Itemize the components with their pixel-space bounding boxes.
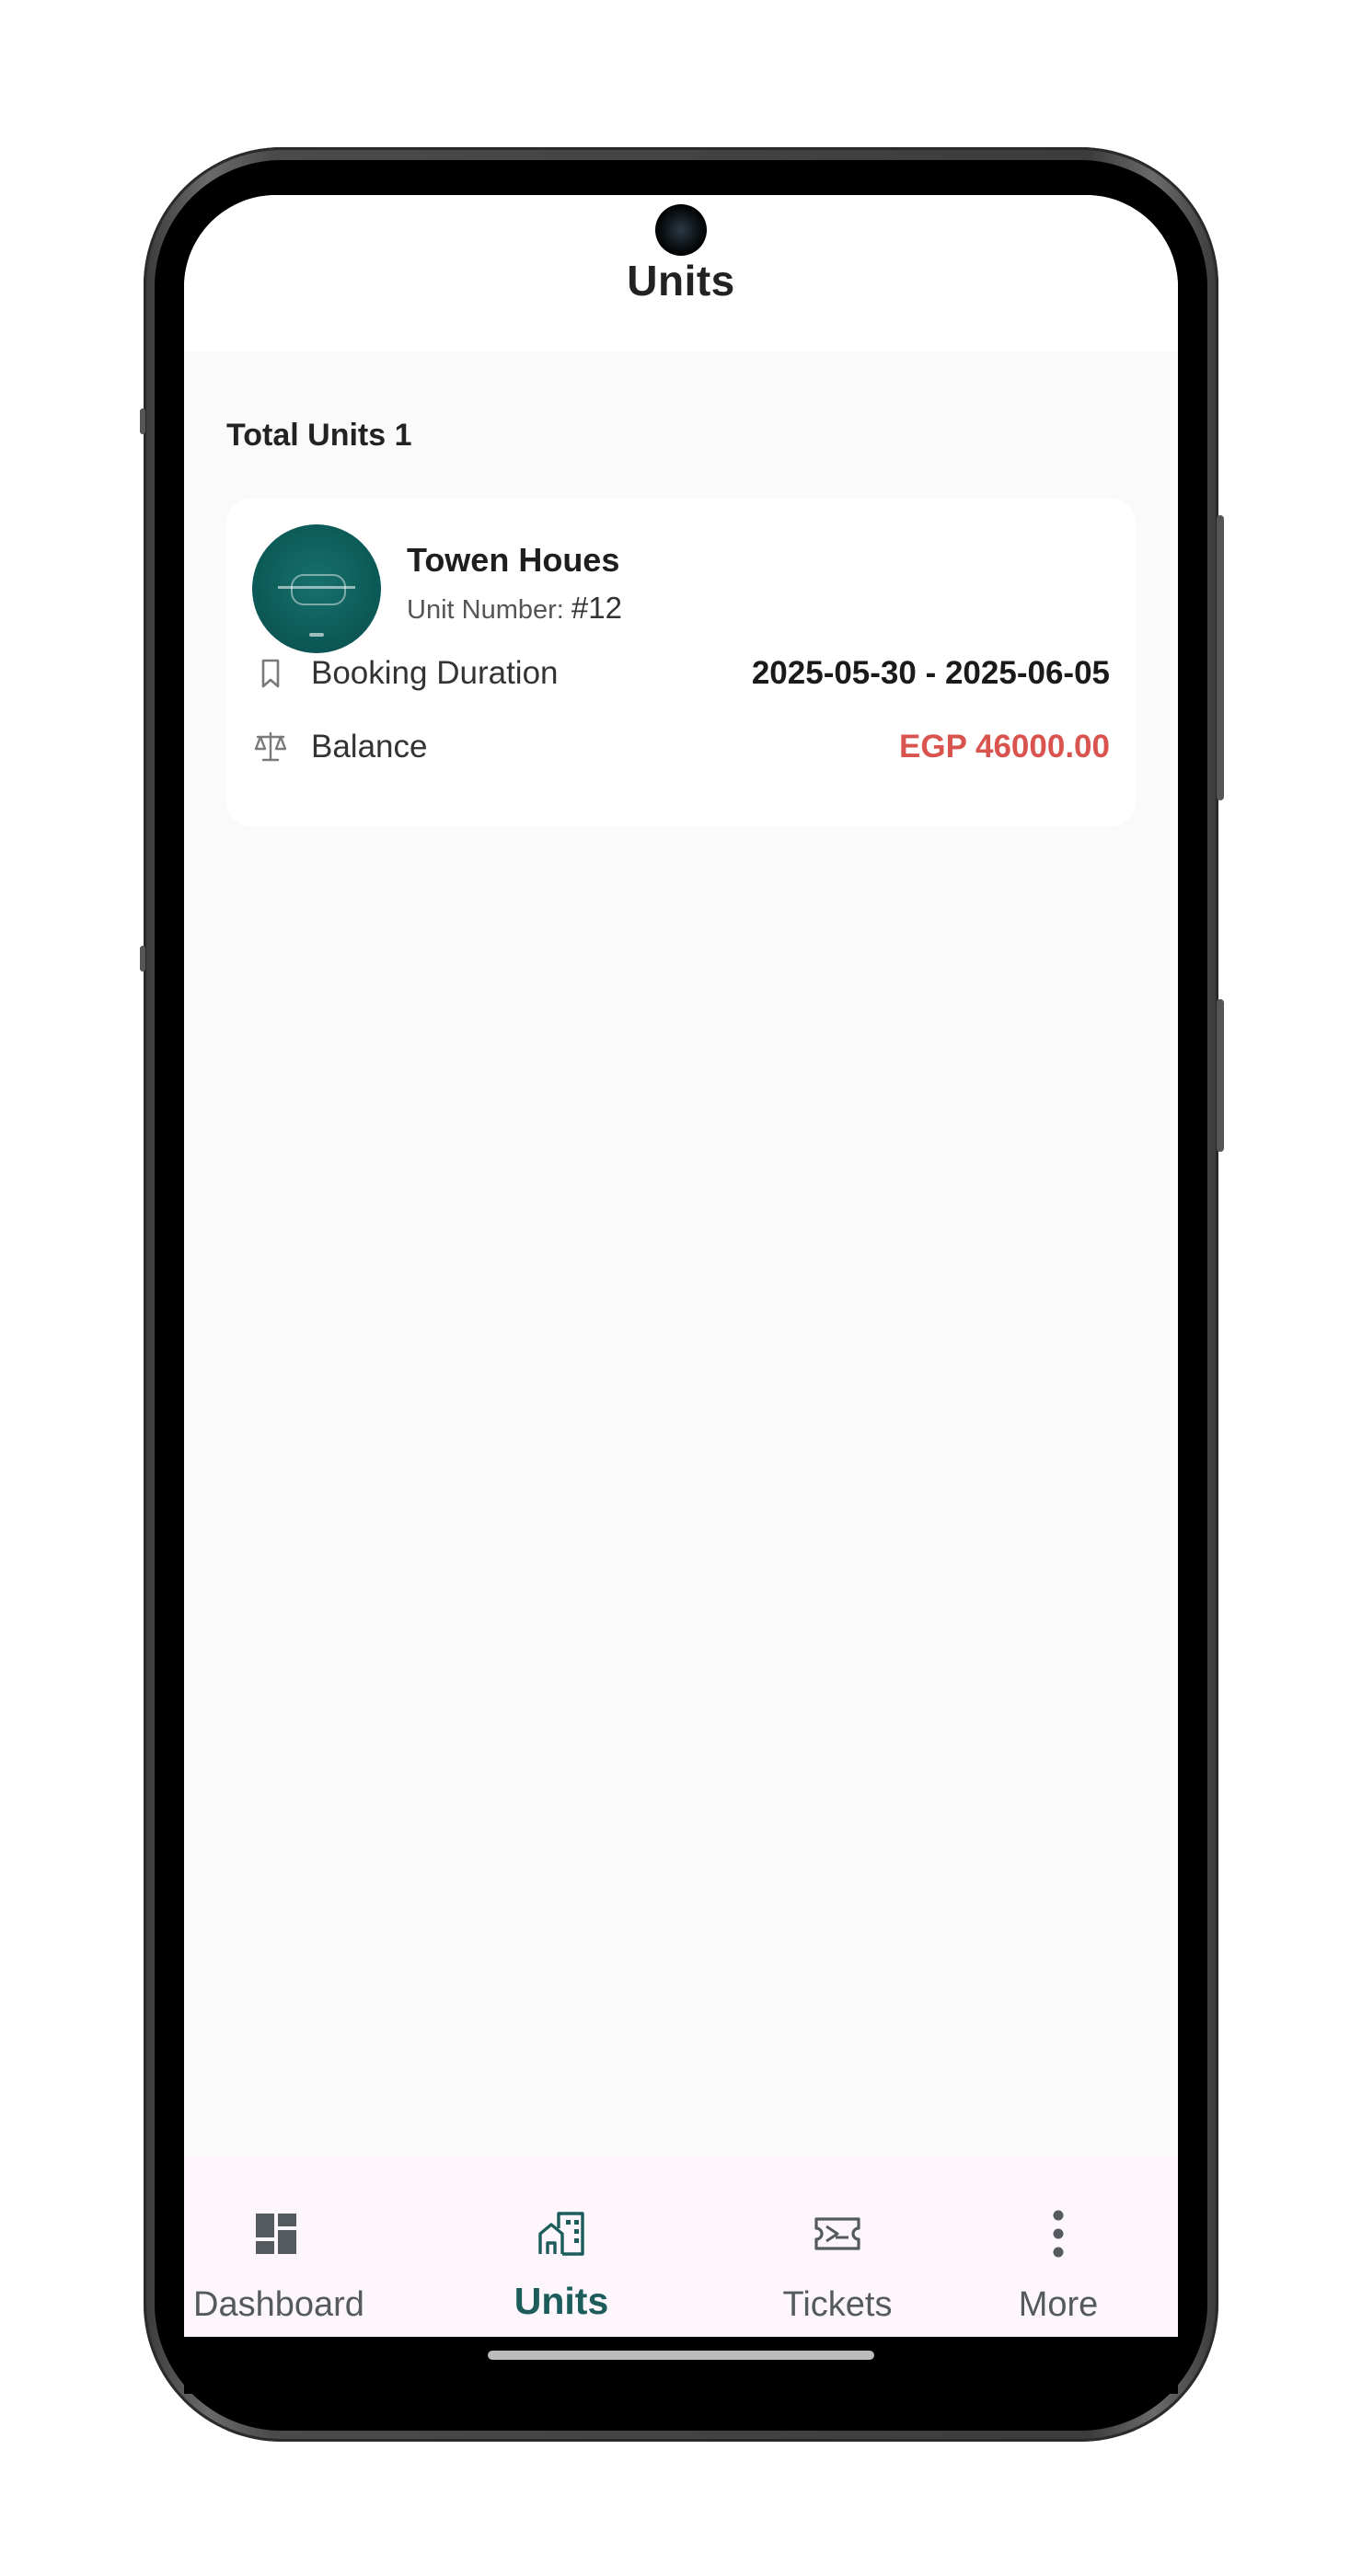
volume-button <box>1217 515 1224 800</box>
nav-item-tickets[interactable]: Tickets <box>755 2156 920 2337</box>
nav-item-units[interactable]: Units <box>479 2156 644 2337</box>
unit-name: Towen Houes <box>407 541 620 579</box>
bottom-bezel <box>184 2337 1178 2394</box>
avatar-logo-caption <box>309 633 324 637</box>
nav-label-tickets: Tickets <box>782 2285 893 2324</box>
home-indicator[interactable] <box>488 2351 874 2360</box>
balance-label: Balance <box>311 729 428 765</box>
booking-duration-row: Booking Duration 2025-05-30 - 2025-06-05 <box>252 648 1110 699</box>
balance-value: EGP 46000.00 <box>899 729 1110 765</box>
scale-icon <box>254 731 287 762</box>
side-notch-bottom <box>140 946 145 972</box>
bottom-navigation: Dashboard Units Tickets More <box>184 2156 1178 2337</box>
ticket-icon <box>814 2217 860 2250</box>
more-vertical-icon <box>1053 2210 1064 2258</box>
unit-number-value: #12 <box>571 591 622 625</box>
power-button <box>1217 999 1224 1152</box>
total-units-label: Total Units 1 <box>226 418 412 453</box>
unit-card[interactable]: Towen Houes Unit Number: #12 Booking Dur… <box>226 499 1136 826</box>
booking-duration-label: Booking Duration <box>311 655 559 691</box>
nav-item-more[interactable]: More <box>975 2156 1141 2337</box>
nav-item-dashboard[interactable]: Dashboard <box>193 2156 364 2337</box>
nav-label-units: Units <box>514 2280 609 2322</box>
avatar-logo-text-line <box>278 586 355 589</box>
unit-avatar <box>252 524 381 653</box>
building-icon <box>538 2212 584 2256</box>
booking-duration-value: 2025-05-30 - 2025-06-05 <box>751 655 1110 691</box>
front-camera <box>655 204 707 256</box>
unit-number: Unit Number: #12 <box>407 591 622 626</box>
nav-label-dashboard: Dashboard <box>193 2285 364 2324</box>
balance-row: Balance EGP 46000.00 <box>252 721 1110 773</box>
avatar-logo-shape <box>291 574 346 605</box>
side-notch-top <box>140 408 145 434</box>
device-stage: Units Total Units 1 Towen Houes Unit Num… <box>0 0 1362 2576</box>
nav-label-more: More <box>1018 2285 1099 2324</box>
bookmark-icon <box>261 659 280 688</box>
app-screen: Units Total Units 1 Towen Houes Unit Num… <box>184 195 1178 2394</box>
dashboard-icon <box>256 2214 296 2254</box>
page-title: Units <box>627 257 735 305</box>
unit-number-label: Unit Number: <box>407 595 571 625</box>
